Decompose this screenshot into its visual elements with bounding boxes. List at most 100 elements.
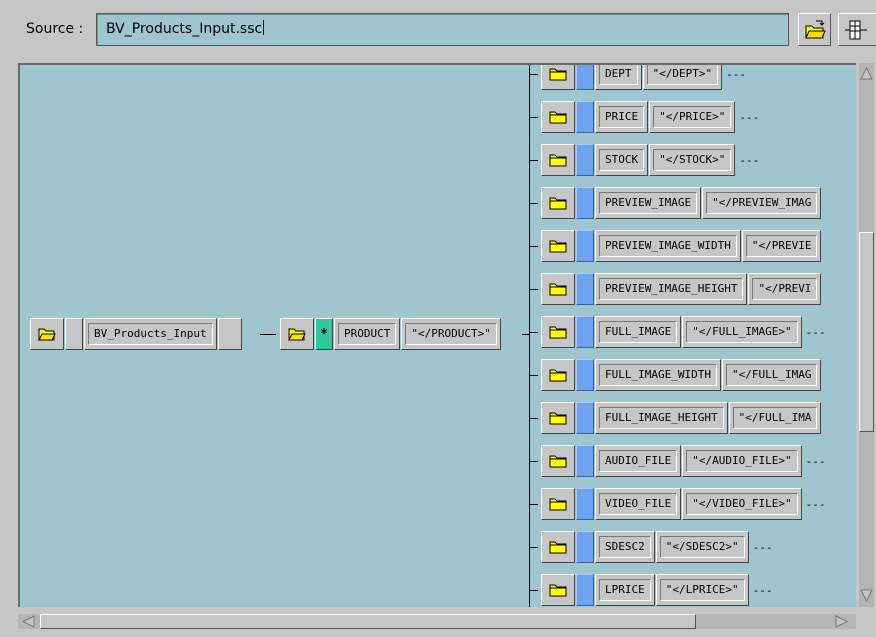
child-label-cell[interactable]: FULL_IMAGE_WIDTH — [595, 359, 721, 391]
child-end-tag-cell[interactable]: "</AUDIO_FILE>" — [682, 445, 802, 477]
child-connector — [529, 203, 538, 204]
child-end-tag-cell[interactable]: "</LPRICE>" — [655, 574, 749, 606]
child-node[interactable]: PREVIEW_IMAGE_HEIGHT "</PREVI — [541, 272, 825, 306]
scroll-up-icon[interactable] — [860, 67, 873, 80]
child-end-tag-cell[interactable]: "</FULL_IMAGE>" — [682, 316, 802, 348]
horizontal-scrollbar[interactable] — [18, 612, 856, 632]
child-folder-button[interactable] — [541, 316, 575, 348]
child-connector — [529, 375, 538, 376]
child-node[interactable]: AUDIO_FILE "</AUDIO_FILE>" --- — [541, 444, 825, 478]
child-label-cell[interactable]: PREVIEW_IMAGE — [595, 187, 702, 219]
element-marker — [576, 359, 594, 391]
child-label-cell[interactable]: VIDEO_FILE — [595, 488, 682, 520]
child-folder-button[interactable] — [541, 488, 575, 520]
child-end-tag-cell[interactable]: "</FULL_IMAG — [721, 359, 822, 391]
child-folder-button[interactable] — [541, 402, 575, 434]
child-connector — [529, 590, 538, 591]
element-marker — [576, 316, 594, 348]
child-connector — [529, 461, 538, 462]
child-end-tag-cell[interactable]: "</STOCK>" — [649, 144, 736, 176]
child-end-tag: "</SDESC2>" — [659, 536, 745, 558]
child-end-tag-cell[interactable]: "</SDESC2>" — [655, 531, 749, 563]
child-end-tag: "</AUDIO_FILE>" — [686, 450, 798, 472]
closed-folder-icon — [549, 584, 567, 597]
child-folder-button[interactable] — [541, 144, 575, 176]
child-connector — [529, 74, 538, 75]
child-end-tag-cell[interactable]: "</PREVIE — [741, 230, 822, 262]
child-node[interactable]: PRICE "</PRICE>" --- — [541, 100, 759, 134]
child-connector — [529, 418, 538, 419]
root-end-cell[interactable] — [217, 318, 242, 350]
child-label-cell[interactable]: FULL_IMAGE — [595, 316, 682, 348]
scroll-left-icon[interactable] — [22, 615, 35, 628]
child-label-cell[interactable]: SDESC2 — [595, 531, 655, 563]
child-node[interactable]: STOCK "</STOCK>" --- — [541, 143, 759, 177]
child-node[interactable]: FULL_IMAGE "</FULL_IMAGE>" --- — [541, 315, 825, 349]
child-label: FULL_IMAGE — [599, 321, 678, 343]
product-end-tag-cell[interactable]: "</PRODUCT>" — [401, 318, 501, 350]
child-node[interactable]: PREVIEW_IMAGE_WIDTH "</PREVIE — [541, 229, 825, 263]
child-connector — [529, 117, 538, 118]
child-label-cell[interactable]: PRICE — [595, 101, 649, 133]
child-label-cell[interactable]: STOCK — [595, 144, 649, 176]
child-label: AUDIO_FILE — [599, 450, 678, 472]
child-end-tag-cell[interactable]: "</PRICE>" — [649, 101, 736, 133]
child-node[interactable]: DEPT "</DEPT>" --- — [541, 65, 746, 91]
child-node[interactable]: VIDEO_FILE "</VIDEO_FILE>" --- — [541, 487, 825, 521]
child-connector — [529, 504, 538, 505]
child-label-cell[interactable]: LPRICE — [595, 574, 655, 606]
child-trailing-dashes: --- — [805, 497, 826, 511]
child-folder-button[interactable] — [541, 230, 575, 262]
child-end-tag-cell[interactable]: "</PREVIEW_IMAG — [702, 187, 822, 219]
child-folder-button[interactable] — [541, 531, 575, 563]
child-folder-button[interactable] — [541, 65, 575, 90]
scroll-down-icon[interactable] — [860, 589, 873, 602]
child-folder-button[interactable] — [541, 445, 575, 477]
child-trailing-dashes: --- — [805, 325, 826, 339]
columns-button[interactable] — [838, 13, 876, 46]
child-node[interactable]: PREVIEW_IMAGE "</PREVIEW_IMAG — [541, 186, 825, 220]
child-label-cell[interactable]: PREVIEW_IMAGE_WIDTH — [595, 230, 741, 262]
source-label: Source : — [26, 21, 84, 37]
child-end-tag-cell[interactable]: "</VIDEO_FILE>" — [682, 488, 802, 520]
child-folder-button[interactable] — [541, 187, 575, 219]
closed-folder-icon — [549, 283, 567, 296]
child-label: FULL_IMAGE_HEIGHT — [599, 407, 724, 429]
child-node[interactable]: SDESC2 "</SDESC2>" --- — [541, 530, 772, 564]
child-folder-button[interactable] — [541, 359, 575, 391]
horizontal-scroll-thumb[interactable] — [40, 614, 696, 629]
child-node[interactable]: FULL_IMAGE_WIDTH "</FULL_IMAG — [541, 358, 825, 392]
open-file-button[interactable] — [798, 13, 831, 46]
child-node[interactable]: FULL_IMAGE_HEIGHT "</FULL_IMA — [541, 401, 825, 435]
child-label: STOCK — [599, 149, 645, 171]
child-label: SDESC2 — [599, 536, 651, 558]
child-trailing-dashes: --- — [739, 153, 760, 167]
child-folder-button[interactable] — [541, 574, 575, 606]
schema-tree-canvas[interactable]: BV_Products_Input * PRODUCT "</PRODUCT>"… — [18, 63, 856, 607]
root-node[interactable]: BV_Products_Input — [30, 317, 243, 351]
product-label-cell[interactable]: PRODUCT — [334, 318, 401, 350]
child-label-cell[interactable]: AUDIO_FILE — [595, 445, 682, 477]
child-folder-button[interactable] — [541, 273, 575, 305]
source-input[interactable]: BV_Products_Input.ssc — [96, 13, 789, 46]
child-folder-button[interactable] — [541, 101, 575, 133]
product-node[interactable]: * PRODUCT "</PRODUCT>" — [280, 317, 502, 351]
child-label-cell[interactable]: DEPT — [595, 65, 642, 90]
vertical-scrollbar[interactable] — [856, 63, 876, 607]
open-folder-icon — [288, 328, 306, 341]
child-label-cell[interactable]: FULL_IMAGE_HEIGHT — [595, 402, 728, 434]
child-node[interactable]: LPRICE "</LPRICE>" --- — [541, 573, 772, 607]
child-end-tag-cell[interactable]: "</PREVI — [748, 273, 822, 305]
child-label-cell[interactable]: PREVIEW_IMAGE_HEIGHT — [595, 273, 748, 305]
product-folder-button[interactable] — [280, 318, 314, 350]
root-label-cell[interactable]: BV_Products_Input — [84, 318, 217, 350]
vertical-scroll-thumb[interactable] — [859, 232, 874, 432]
child-end-tag-cell[interactable]: "</DEPT>" — [642, 65, 723, 90]
child-end-tag-cell[interactable]: "</FULL_IMA — [728, 402, 822, 434]
element-marker — [576, 101, 594, 133]
child-trailing-dashes: --- — [739, 110, 760, 124]
child-trailing-dashes: --- — [726, 67, 746, 81]
closed-folder-icon — [549, 498, 567, 511]
root-folder-button[interactable] — [30, 318, 64, 350]
scroll-right-icon[interactable] — [835, 615, 848, 628]
